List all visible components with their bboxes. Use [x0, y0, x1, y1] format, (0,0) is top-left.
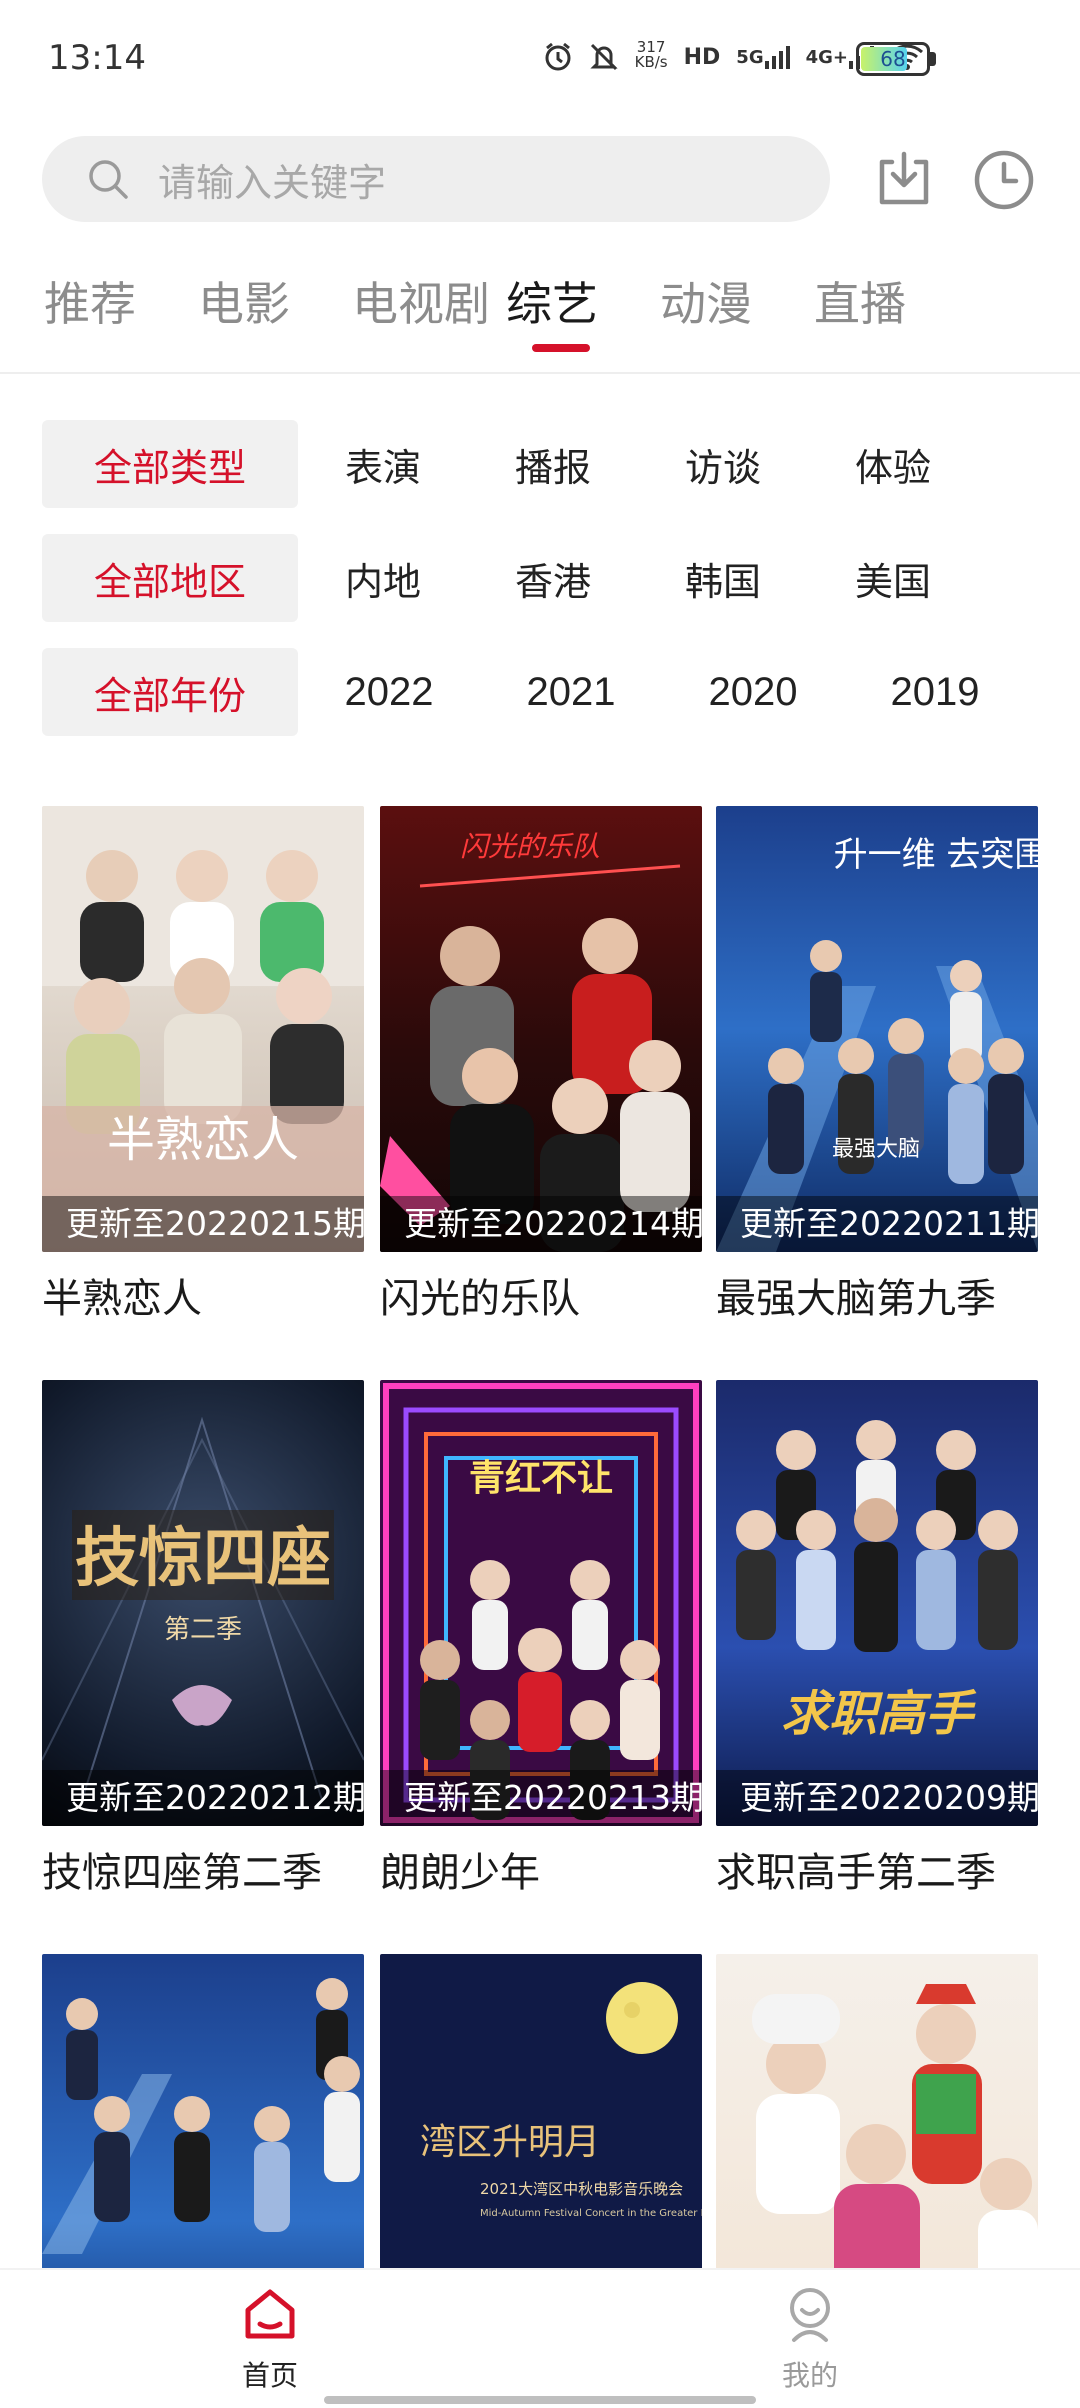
filter-year-row: 全部年份 2022 2021 2020 2019 — [42, 648, 1042, 736]
show-title: 求职高手第二季 — [716, 1850, 996, 1896]
filter-year-option[interactable]: 2019 — [844, 670, 1026, 715]
history-icon[interactable] — [972, 148, 1036, 212]
show-poster[interactable]: 半熟恋人 更新至20220215期 — [42, 806, 364, 1252]
nav-home-label: 首页 — [241, 2359, 298, 2392]
user-icon — [790, 2288, 830, 2342]
update-label: 更新至20220211期 — [716, 1196, 1038, 1252]
show-poster[interactable]: 青红不让 更新至20220213期 — [380, 1380, 702, 1826]
filter-region-option[interactable]: 香港 — [468, 551, 638, 606]
filter-region-option[interactable]: 日 — [978, 551, 1042, 606]
tab-anime[interactable]: 动漫 — [660, 268, 814, 334]
search-input[interactable]: 请输入关键字 — [42, 136, 830, 222]
net-speed: 317 KB/s — [635, 40, 668, 74]
show-card[interactable]: 求职高手 更新至20220209期 求职高手第二季 — [716, 1380, 1038, 1898]
search-icon — [89, 160, 128, 199]
show-title: 半熟恋人 — [42, 1276, 202, 1322]
show-title: 朗朗少年 — [380, 1850, 540, 1896]
filter-year-option[interactable]: 2021 — [480, 670, 662, 715]
show-card[interactable]: 技惊四座 第二季 更新至20220212期 技惊四座第二季 — [42, 1380, 364, 1898]
net-speed-unit: KB/s — [634, 53, 668, 71]
signal-icon — [764, 46, 790, 69]
poster-title-art: 升一维 去突围 — [834, 835, 1038, 875]
nav-mine-label: 我的 — [781, 2359, 838, 2392]
nav-mine[interactable]: 我的 — [730, 2284, 890, 2394]
nav-home[interactable]: 首页 — [190, 2284, 350, 2394]
status-time: 13:14 — [48, 38, 146, 78]
poster-art: 青红不让 — [383, 1383, 699, 1823]
poster-title-art: 半熟恋人 — [107, 1112, 299, 1168]
show-card[interactable]: 青红不让 更新至20220213期 朗朗少年 — [380, 1380, 702, 1898]
poster-art: 半熟恋人 — [42, 806, 364, 1252]
filter-type-option[interactable]: 访谈 — [638, 437, 808, 492]
poster-art: 求职高手 — [736, 1420, 1018, 1742]
poster-title-art: 求职高手 — [781, 1686, 977, 1742]
filter-year-all[interactable]: 全部年份 — [42, 648, 298, 736]
filter-type-option[interactable]: 亲 — [978, 437, 1042, 492]
poster-art: 闪光的乐队 — [380, 830, 690, 1252]
poster-title-art: 青红不让 — [469, 1458, 613, 1499]
filter-type-option[interactable]: 播报 — [468, 437, 638, 492]
show-title: 技惊四座第二季 — [42, 1850, 322, 1896]
tab-live[interactable]: 直播 — [814, 268, 968, 334]
filter-type-option[interactable]: 表演 — [298, 437, 468, 492]
poster-title-art: 技惊四座 — [75, 1522, 331, 1596]
filter-region-row: 全部地区 内地 香港 韩国 美国 日 — [42, 534, 1042, 622]
battery-level: 68 — [880, 47, 906, 71]
show-card[interactable]: 闪光的乐队 更新至20220214期 闪光的乐队 — [380, 806, 702, 1324]
poster-caption-art: Mid-Autumn Festival Concert in the Great… — [480, 2208, 702, 2219]
update-label: 更新至20220212期 — [42, 1770, 364, 1826]
show-title: 最强大脑第九季 — [716, 1276, 996, 1322]
battery-tip — [930, 52, 936, 66]
filter-type-option[interactable]: 体验 — [808, 437, 978, 492]
filter-type-all[interactable]: 全部类型 — [42, 420, 298, 508]
poster-art: 技惊四座 第二季 — [42, 1416, 364, 1801]
show-title: 闪光的乐队 — [380, 1276, 580, 1322]
filter-year-option[interactable]: 2020 — [662, 670, 844, 715]
alarm-icon — [543, 40, 573, 74]
poster-subtitle-art: 2021大湾区中秋电影音乐晚会 — [480, 2180, 683, 2198]
net-4g-label: 4G+ — [805, 46, 848, 68]
show-poster[interactable]: 技惊四座 第二季 更新至20220212期 — [42, 1380, 364, 1826]
filter-year-option[interactable]: 2022 — [298, 670, 480, 715]
filter-region-option[interactable]: 内地 — [298, 551, 468, 606]
poster-title-art: 湾区升明月 — [420, 2122, 600, 2163]
filter-region-all[interactable]: 全部地区 — [42, 534, 298, 622]
home-icon — [245, 2289, 295, 2339]
update-label: 更新至20220215期 — [42, 1196, 364, 1252]
filter-region-option[interactable]: 韩国 — [638, 551, 808, 606]
poster-title-art: 闪光的乐队 — [460, 830, 600, 863]
update-label: 更新至20220213期 — [380, 1770, 702, 1826]
show-card[interactable]: 半熟恋人 更新至20220215期 半熟恋人 — [42, 806, 364, 1324]
filter-region-option[interactable]: 美国 — [808, 551, 978, 606]
status-bar: 13:14 317 KB/s HD 5G 4G+ 68 — [0, 0, 1080, 120]
show-poster[interactable]: 求职高手 更新至20220209期 — [716, 1380, 1038, 1826]
battery-icon: 68 — [856, 42, 930, 76]
poster-logo-art: 最强大脑 — [832, 1137, 920, 1162]
hd-badge: HD — [683, 44, 721, 70]
update-label: 更新至20220209期 — [716, 1770, 1038, 1826]
category-tabs: 推荐 电影 电视剧 综艺 动漫 直播 — [44, 268, 968, 352]
tabs-divider — [0, 372, 1080, 374]
tab-tv-series[interactable]: 电视剧 — [352, 268, 506, 334]
search-placeholder: 请输入关键字 — [158, 160, 387, 205]
net-5g: 5G — [736, 40, 790, 74]
download-icon[interactable] — [872, 148, 936, 212]
mute-icon — [589, 40, 619, 74]
tab-variety[interactable]: 综艺 — [506, 268, 660, 352]
poster-subtitle-art: 第二季 — [164, 1615, 242, 1645]
show-poster[interactable]: 闪光的乐队 更新至20220214期 — [380, 806, 702, 1252]
home-indicator — [324, 2396, 756, 2404]
show-poster[interactable]: 升一维 去突围 最强大脑 更新至20220211期 — [716, 806, 1038, 1252]
tab-movie[interactable]: 电影 — [198, 268, 352, 334]
tab-recommend[interactable]: 推荐 — [44, 268, 198, 334]
filter-type-row: 全部类型 表演 播报 访谈 体验 亲 — [42, 420, 1042, 508]
poster-art: 升一维 去突围 最强大脑 — [716, 835, 1038, 1252]
net-5g-label: 5G — [736, 46, 764, 68]
update-label: 更新至20220214期 — [380, 1196, 702, 1252]
bottom-nav: 首页 我的 — [0, 2268, 1080, 2408]
show-card[interactable]: 升一维 去突围 最强大脑 更新至20220211期 最强大脑第九季 — [716, 806, 1038, 1324]
